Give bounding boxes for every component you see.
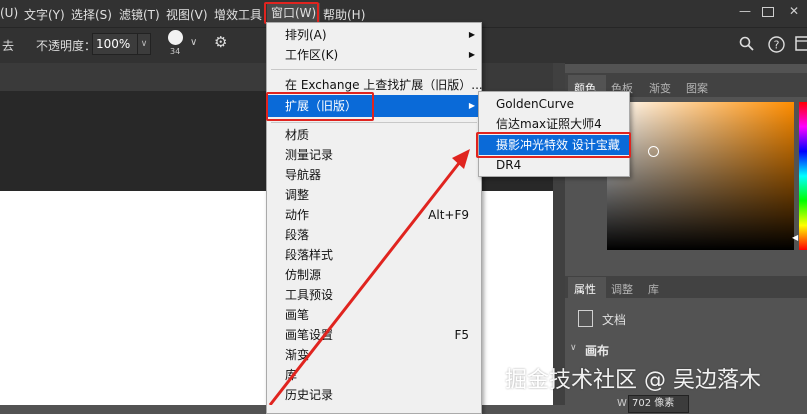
menu-item-workspace[interactable]: 工作区(K) ▶ [267,45,481,65]
menu-item-measurement-log[interactable]: 测量记录 [267,145,481,165]
menu-separator [271,69,477,70]
menu-item-tool-presets[interactable]: 工具预设 [267,285,481,305]
menu-item-label: 库 [285,368,298,382]
restore-icon[interactable] [762,7,774,17]
brush-size-label: 34 [170,47,181,56]
menu-separator [271,122,477,123]
menu-item-label: 调整 [285,188,310,202]
menu-item-shortcut: Alt+F9 [428,208,469,222]
menu-item-brush-settings[interactable]: 画笔设置 F5 [267,325,481,345]
menu-item-navigator[interactable]: 导航器 [267,165,481,185]
menu-item-label: 测量记录 [285,148,334,162]
menu-filter[interactable]: 滤镜(T) [119,6,160,23]
menu-plugins[interactable]: 增效工具 [214,6,262,23]
opacity-input[interactable]: 100% [92,33,141,55]
menu-item-gradients[interactable]: 渐变 [267,345,481,365]
help-icon[interactable]: ? [768,36,785,57]
menu-help[interactable]: 帮助(H) [323,6,365,23]
submenu-item-xinda[interactable]: 信达max证照大师4 [479,114,629,134]
tab-patterns[interactable]: 图案 [686,80,708,96]
workspace-icon[interactable] [795,36,807,55]
color-picker-field[interactable] [607,102,794,250]
brush-preview-icon[interactable] [168,30,183,45]
menu-item-label: 工作区(K) [285,48,339,62]
window-menu: 排列(A) ▶ 工作区(K) ▶ 在 Exchange 上查找扩展（旧版）... 扩… [266,22,483,414]
menu-item-history[interactable]: 历史记录 [267,385,481,405]
tab-adjustments[interactable]: 调整 [611,281,633,297]
opacity-label: 不透明度： [36,39,97,53]
tab-libraries[interactable]: 库 [648,281,659,297]
menu-item-shortcut: F5 [454,328,469,342]
menu-item-clone-source[interactable]: 仿制源 [267,265,481,285]
menu-select[interactable]: 选择(S) [71,6,112,23]
menu-item-label: 仿制源 [285,268,322,282]
menu-view[interactable]: 视图(V) [166,6,208,23]
svg-text:?: ? [774,39,780,52]
hue-slider[interactable] [799,102,807,250]
menu-item-label: 材质 [285,128,310,142]
hue-slider-handle-icon[interactable]: ◀ [792,233,798,242]
menu-item-label: 工具预设 [285,288,334,302]
color-picker-ring[interactable] [648,146,659,157]
document-icon [578,310,593,327]
menu-item-materials[interactable]: 材质 [267,125,481,145]
menu-item-label: 渐变 [285,348,310,362]
menu-item-libraries[interactable]: 库 [267,365,481,385]
menu-item-arrange[interactable]: 排列(A) ▶ [267,25,481,45]
submenu-arrow-icon: ▶ [468,30,475,39]
watermark: 掘金技术社区 @ 吴边落木 [505,368,761,393]
annotation-box-window-menu [264,2,319,24]
menu-item-label: 信达max证照大师4 [496,117,602,131]
menu-item-actions[interactable]: 动作 Alt+F9 [267,205,481,225]
menu-item-adjustments[interactable]: 调整 [267,185,481,205]
menu-item-label: 历史记录 [285,388,334,402]
gear-icon[interactable]: ⚙ [214,33,227,51]
menu-item-label: 画笔 [285,308,310,322]
menu-item-label: GoldenCurve [496,97,574,111]
menu-item-label: 画笔设置 [285,328,334,342]
close-icon[interactable]: ✕ [786,4,802,18]
minimize-icon[interactable]: — [737,4,753,18]
brush-chevron-icon[interactable]: ∨ [190,37,197,48]
menu-item-label: 排列(A) [285,28,327,42]
menu-item-brushes[interactable]: 画笔 [267,305,481,325]
menu-item-label: 导航器 [285,168,322,182]
tab-gradients[interactable]: 渐变 [649,80,671,96]
document-label: 文档 [602,313,627,327]
mode-label-clipped: 去 [2,39,15,53]
menu-clipped[interactable]: (U) [0,6,18,20]
menu-item-paragraph[interactable]: 段落 [267,225,481,245]
tab-properties[interactable]: 属性 [574,281,596,297]
menu-type[interactable]: 文字(Y) [24,6,65,23]
submenu-arrow-icon: ▶ [468,101,475,110]
annotation-box-extensions [266,92,374,121]
menu-item-label: 动作 [285,208,310,222]
submenu-item-dr4[interactable]: DR4 [479,155,629,175]
chevron-down-icon[interactable]: ∨ [570,343,577,353]
menu-item-label: 段落 [285,228,310,242]
menu-item-label: 段落样式 [285,248,334,262]
submenu-arrow-icon: ▶ [468,50,475,59]
menu-item-label: DR4 [496,158,522,172]
canvas-section-title[interactable]: 画布 [585,342,609,359]
chevron-down-icon[interactable]: ∨ [137,33,151,55]
width-label: W [617,398,627,409]
submenu-item-goldencurve[interactable]: GoldenCurve [479,94,629,114]
search-icon[interactable] [739,36,754,55]
width-input[interactable]: 702 像素 [628,395,689,413]
menu-item-paragraph-styles[interactable]: 段落样式 [267,245,481,265]
annotation-box-target-extension [476,132,631,158]
